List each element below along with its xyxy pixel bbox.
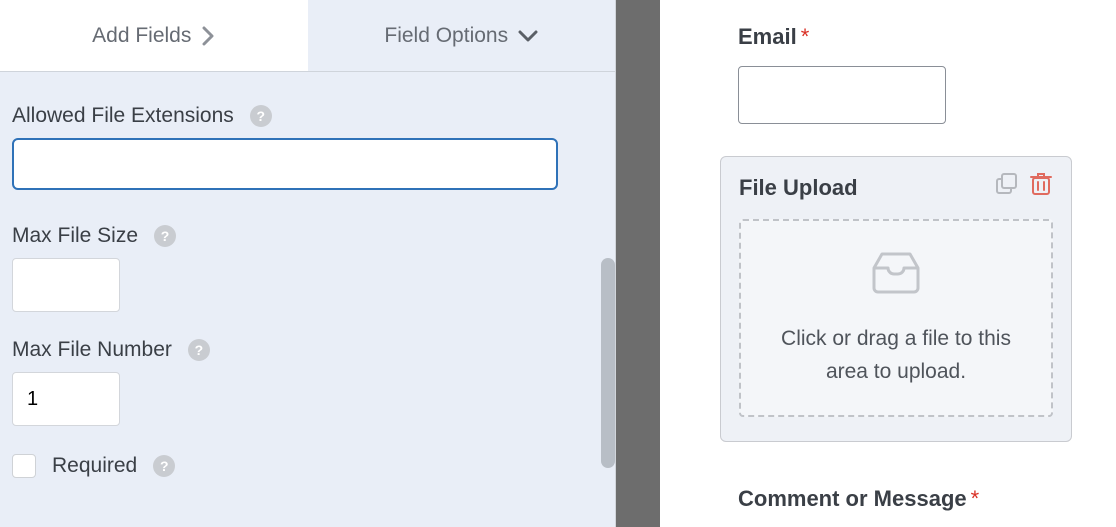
card-actions — [993, 171, 1053, 197]
panel-body: Allowed File Extensions ? Max File Size … — [0, 72, 615, 478]
required-row: Required ? — [12, 454, 603, 478]
panel-tabs: Add Fields Field Options — [0, 0, 615, 72]
duplicate-icon[interactable] — [993, 171, 1019, 197]
max-file-size-row: Max File Size ? — [12, 224, 603, 312]
tab-field-options[interactable]: Field Options — [308, 0, 616, 71]
help-icon[interactable]: ? — [154, 225, 176, 247]
chevron-down-icon — [518, 29, 538, 43]
allowed-extensions-label: Allowed File Extensions — [12, 104, 234, 128]
help-icon[interactable]: ? — [250, 105, 272, 127]
help-icon[interactable]: ? — [188, 339, 210, 361]
divider — [616, 0, 660, 527]
upload-dropzone[interactable]: Click or drag a file to this area to upl… — [739, 219, 1053, 417]
tab-add-fields-label: Add Fields — [92, 24, 191, 48]
max-file-number-input[interactable] — [12, 372, 120, 426]
max-file-size-input[interactable] — [12, 258, 120, 312]
required-star-icon: * — [801, 24, 810, 49]
field-options-panel: Add Fields Field Options Allowed File Ex… — [0, 0, 616, 527]
max-file-number-label: Max File Number — [12, 338, 172, 362]
required-star-icon: * — [971, 486, 980, 511]
comment-label: Comment or Message* — [738, 486, 1068, 512]
comment-label-text: Comment or Message — [738, 486, 967, 511]
chevron-right-icon — [201, 26, 215, 46]
required-checkbox[interactable] — [12, 454, 36, 478]
dropzone-text: Click or drag a file to this area to upl… — [759, 323, 1033, 388]
file-upload-title: File Upload — [739, 175, 858, 201]
trash-icon[interactable] — [1029, 171, 1053, 197]
file-upload-card[interactable]: File Upload — [720, 156, 1072, 442]
max-file-number-row: Max File Number ? — [12, 338, 603, 426]
tab-field-options-label: Field Options — [384, 24, 508, 48]
email-label: Email* — [738, 24, 1068, 50]
allowed-extensions-row: Allowed File Extensions ? — [12, 104, 603, 190]
allowed-extensions-input[interactable] — [12, 138, 558, 190]
form-preview: Email* File Upload — [660, 0, 1116, 527]
email-input[interactable] — [738, 66, 946, 124]
email-label-text: Email — [738, 24, 797, 49]
max-file-size-label: Max File Size — [12, 224, 138, 248]
help-icon[interactable]: ? — [153, 455, 175, 477]
scrollbar[interactable] — [601, 258, 615, 468]
required-label: Required — [52, 454, 137, 478]
tab-add-fields[interactable]: Add Fields — [0, 0, 308, 71]
inbox-icon — [866, 248, 926, 301]
